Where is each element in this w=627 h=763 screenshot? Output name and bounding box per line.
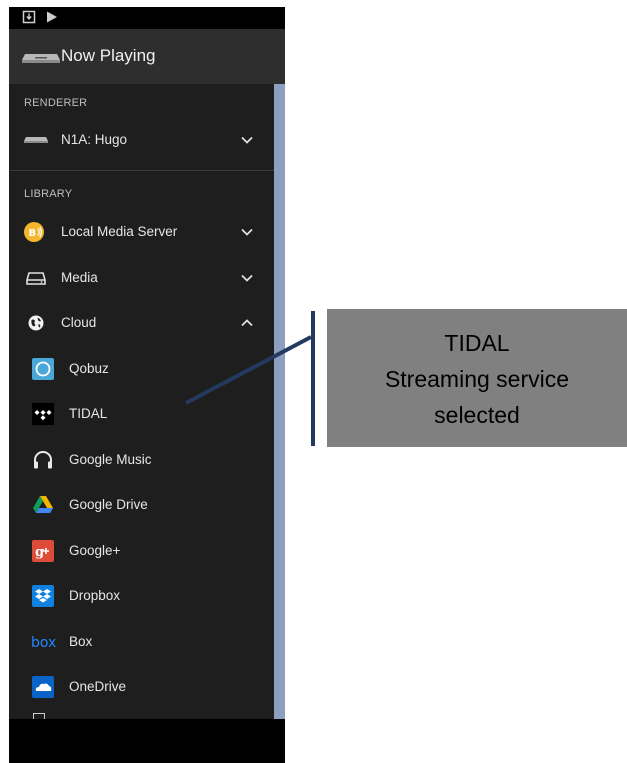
library-item-cloud[interactable]: Cloud: [9, 303, 274, 343]
svg-text:box: box: [31, 635, 56, 651]
svg-text:g: g: [35, 545, 44, 560]
streamer-device-icon: [24, 137, 48, 143]
svg-text:B: B: [29, 228, 37, 239]
callout-line-2: Streaming service: [384, 366, 570, 392]
onedrive-icon: [32, 676, 54, 698]
renderer-device-item[interactable]: N1A: Hugo: [9, 120, 274, 160]
media-server-icon: B: [24, 222, 44, 242]
chevron-down-icon[interactable]: [239, 132, 255, 148]
cloud-item-onedrive[interactable]: OneDrive: [9, 667, 274, 707]
box-icon: box: [31, 635, 56, 651]
cloud-item-box[interactable]: box Box: [9, 622, 274, 662]
chevron-down-icon[interactable]: [239, 224, 255, 240]
page-title: Now Playing: [61, 46, 156, 65]
download-icon: [22, 10, 36, 24]
library-item-media[interactable]: Media: [9, 258, 274, 298]
qobuz-icon: [32, 358, 54, 380]
section-label-renderer: RENDERER: [24, 97, 88, 109]
cloud-item-label: Dropbox: [69, 588, 121, 603]
phone-screen: Now Playing RENDERER N1A: Hugo LIBRARY B: [9, 7, 285, 763]
cloud-item-label: Google+: [69, 543, 121, 558]
renderer-device-label: N1A: Hugo: [61, 132, 128, 147]
google-drive-icon: [33, 496, 53, 513]
cloud-item-google-plus[interactable]: g Google+: [9, 531, 274, 571]
google-plus-icon: g: [32, 540, 54, 562]
cloud-item-tidal[interactable]: TIDAL: [9, 394, 274, 434]
cloud-item-label: TIDAL: [69, 406, 108, 421]
cloud-item-dropbox[interactable]: Dropbox: [9, 576, 274, 616]
play-icon: [47, 11, 57, 23]
cloud-item-label: Box: [69, 634, 93, 649]
cloud-item-label: Google Music: [69, 452, 152, 467]
navigation-bar: [9, 719, 285, 763]
status-bar: [9, 7, 285, 29]
cloud-item-google-music[interactable]: Google Music: [9, 440, 274, 480]
app-bar[interactable]: Now Playing: [9, 29, 285, 84]
tidal-icon: [32, 403, 54, 425]
section-label-library: LIBRARY: [24, 188, 73, 200]
library-item-label: Cloud: [61, 315, 97, 330]
cloud-item-qobuz[interactable]: Qobuz: [9, 349, 274, 389]
callout-line-3: selected: [434, 402, 520, 428]
cloud-item-google-drive[interactable]: Google Drive: [9, 485, 274, 525]
chevron-up-icon[interactable]: [239, 315, 255, 331]
navigation-drawer: RENDERER N1A: Hugo LIBRARY B Local Media…: [9, 84, 274, 719]
callout-line-1: TIDAL: [444, 330, 510, 356]
callout-box: TIDAL Streaming service selected: [327, 309, 627, 447]
scrollbar[interactable]: [274, 84, 285, 719]
cloud-item-label: OneDrive: [69, 679, 127, 694]
cloud-item-label: Google Drive: [69, 497, 148, 512]
library-item-local-media-server[interactable]: B Local Media Server: [9, 212, 274, 252]
divider: [9, 170, 274, 171]
library-item-label: Media: [61, 270, 98, 285]
hard-drive-icon: [26, 272, 46, 285]
cloud-item-label: Qobuz: [69, 361, 109, 376]
dropbox-icon: [32, 585, 54, 607]
library-item-label: Local Media Server: [61, 224, 178, 239]
streamer-device-icon: [22, 54, 60, 63]
globe-icon: [28, 315, 44, 331]
headphones-icon: [34, 451, 52, 469]
chevron-down-icon[interactable]: [239, 270, 255, 286]
